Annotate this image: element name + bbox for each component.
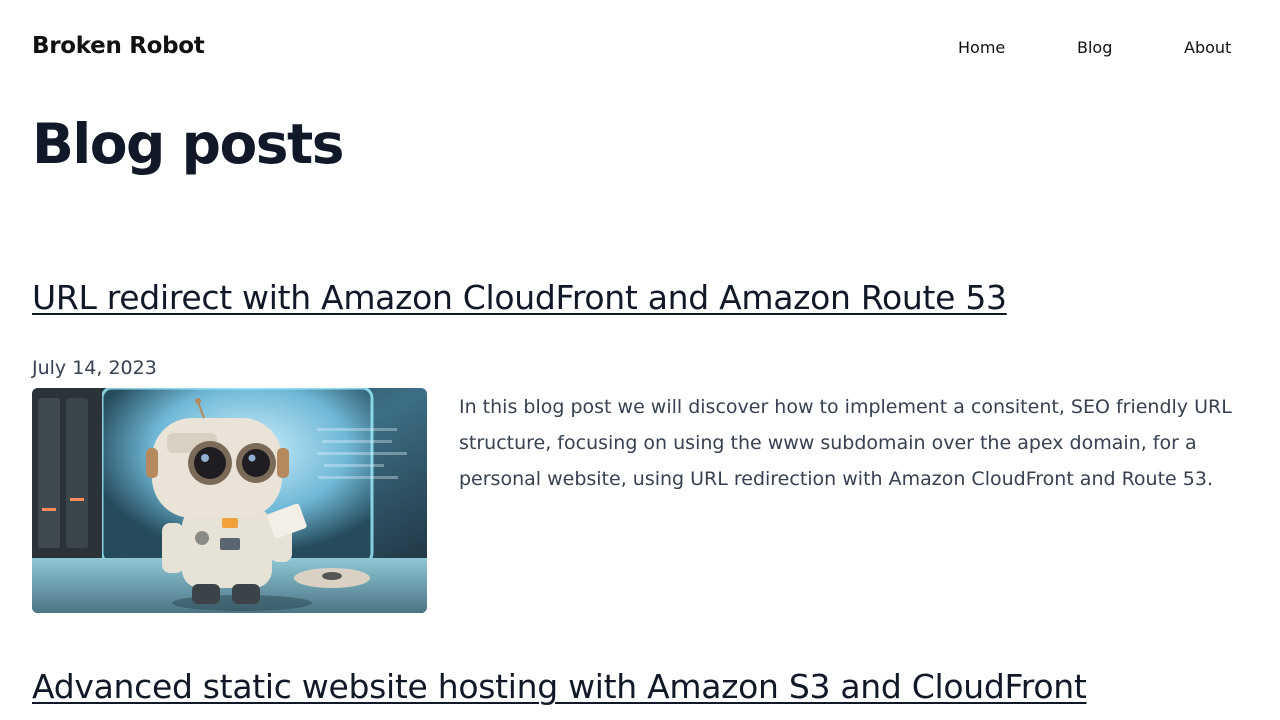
- site-header: Broken Robot Home Blog About: [0, 0, 1280, 96]
- page-title: Blog posts: [32, 112, 345, 176]
- post-title-link[interactable]: URL redirect with Amazon CloudFront and …: [32, 278, 1007, 317]
- nav-blog[interactable]: Blog: [1077, 38, 1112, 57]
- post-date: July 14, 2023: [32, 357, 157, 379]
- nav-home[interactable]: Home: [958, 38, 1005, 57]
- site-title-link[interactable]: Broken Robot: [32, 33, 205, 59]
- post-title-link[interactable]: Advanced static website hosting with Ama…: [32, 667, 1087, 706]
- post-excerpt: In this blog post we will discover how t…: [459, 396, 1232, 490]
- nav-about[interactable]: About: [1184, 38, 1231, 57]
- post-thumbnail-image[interactable]: [32, 388, 427, 613]
